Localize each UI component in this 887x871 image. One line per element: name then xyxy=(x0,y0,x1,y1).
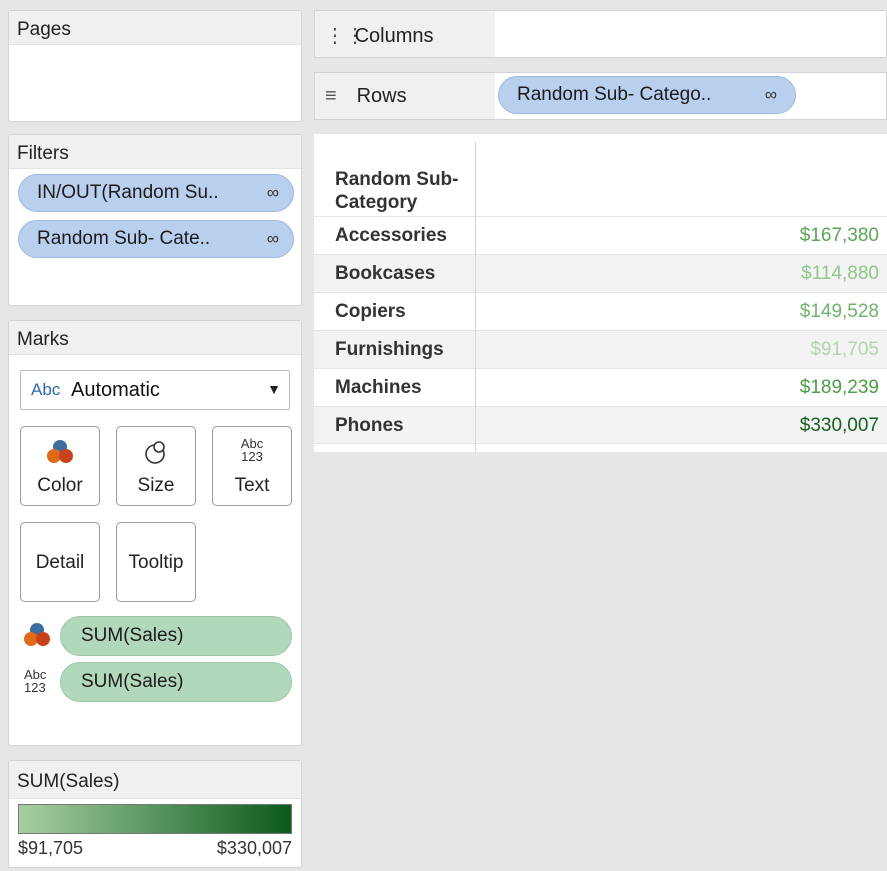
header-divider xyxy=(475,142,476,452)
text-label: Text xyxy=(234,475,270,496)
row-label: Furnishings xyxy=(335,339,444,360)
size-button[interactable]: Size xyxy=(116,426,196,506)
table-row[interactable]: Phones $330,007 xyxy=(314,406,887,444)
filters-title: Filters xyxy=(9,135,301,169)
columns-label: Columns xyxy=(354,25,434,47)
row-label: Bookcases xyxy=(335,263,436,284)
sales-value: $189,239 xyxy=(799,377,879,398)
field-label: SUM(Sales) xyxy=(81,671,184,692)
rows-label: Rows xyxy=(356,85,407,107)
link-icon: ∞ xyxy=(266,183,279,202)
crosstab-view: Random Sub- Category Accessories $167,38… xyxy=(314,134,887,452)
rows-icon: ≡ xyxy=(325,85,337,107)
columns-shelf[interactable]: ⋮⋮ Columns xyxy=(314,10,887,58)
columns-icon: ⋮⋮ xyxy=(325,25,365,47)
row-header: Random Sub- Category xyxy=(335,169,459,213)
color-label: Color xyxy=(37,475,83,496)
text-icon: Abc 123 xyxy=(240,436,264,464)
legend-title: SUM(Sales) xyxy=(9,761,301,799)
abc-icon: Abc xyxy=(31,380,61,399)
legend-min-label: $91,705 xyxy=(18,838,84,858)
detail-label: Detail xyxy=(35,552,85,573)
row-label: Accessories xyxy=(335,225,447,246)
filter-pill-sub-category[interactable]: Random Sub- Cate.. ∞ xyxy=(18,220,294,258)
size-icon xyxy=(145,441,165,464)
color-gradient-bar xyxy=(18,804,292,834)
table-row[interactable]: Machines $189,239 xyxy=(314,368,887,406)
filter-pill-label: IN/OUT(Random Su.. xyxy=(37,182,219,203)
tooltip-button[interactable]: Tooltip xyxy=(116,522,196,602)
sales-value: $149,528 xyxy=(799,301,879,322)
legend-max-label: $330,007 xyxy=(216,838,292,858)
sales-value: $330,007 xyxy=(799,415,879,436)
mark-type-value: Automatic xyxy=(71,379,160,401)
link-icon: ∞ xyxy=(266,229,279,248)
text-icon: Abc 123 xyxy=(24,667,47,695)
color-icon xyxy=(24,623,50,646)
color-button[interactable]: Color xyxy=(20,426,100,506)
table-row[interactable]: Bookcases $114,880 xyxy=(314,254,887,292)
filter-pill-label: Random Sub- Cate.. xyxy=(37,228,211,249)
rows-pill-label: Random Sub- Catego.. xyxy=(517,84,712,105)
sales-value: $91,705 xyxy=(810,339,879,360)
table-row[interactable]: Furnishings $91,705 xyxy=(314,330,887,368)
link-icon: ∞ xyxy=(764,85,777,104)
row-label: Phones xyxy=(335,415,404,436)
tooltip-label: Tooltip xyxy=(128,552,184,573)
marks-title: Marks xyxy=(9,321,301,355)
pages-title: Pages xyxy=(9,11,301,45)
sales-value: $114,880 xyxy=(801,263,879,284)
sales-value: $167,380 xyxy=(799,225,879,246)
table-row[interactable]: Copiers $149,528 xyxy=(314,292,887,330)
filter-pill-in-out[interactable]: IN/OUT(Random Su.. ∞ xyxy=(18,174,294,212)
text-field-pill[interactable]: SUM(Sales) xyxy=(60,662,292,702)
table-row[interactable]: Accessories $167,380 xyxy=(314,216,887,254)
row-label: Copiers xyxy=(335,301,406,322)
size-label: Size xyxy=(137,475,175,496)
color-field-pill[interactable]: SUM(Sales) xyxy=(60,616,292,656)
field-label: SUM(Sales) xyxy=(81,625,184,646)
row-label: Machines xyxy=(335,377,422,398)
rows-pill-sub-category[interactable]: Random Sub- Catego.. ∞ xyxy=(498,76,796,114)
rows-shelf-header: ≡ Rows xyxy=(315,73,495,119)
text-button[interactable]: Abc 123 Text xyxy=(212,426,292,506)
chevron-down-icon: ▼ xyxy=(267,381,281,397)
pages-card: Pages xyxy=(8,10,302,122)
mark-type-dropdown[interactable]: Abc Automatic ▼ xyxy=(20,370,290,410)
columns-shelf-header: ⋮⋮ Columns xyxy=(315,11,495,57)
detail-button[interactable]: Detail xyxy=(20,522,100,602)
color-icon xyxy=(47,440,73,463)
